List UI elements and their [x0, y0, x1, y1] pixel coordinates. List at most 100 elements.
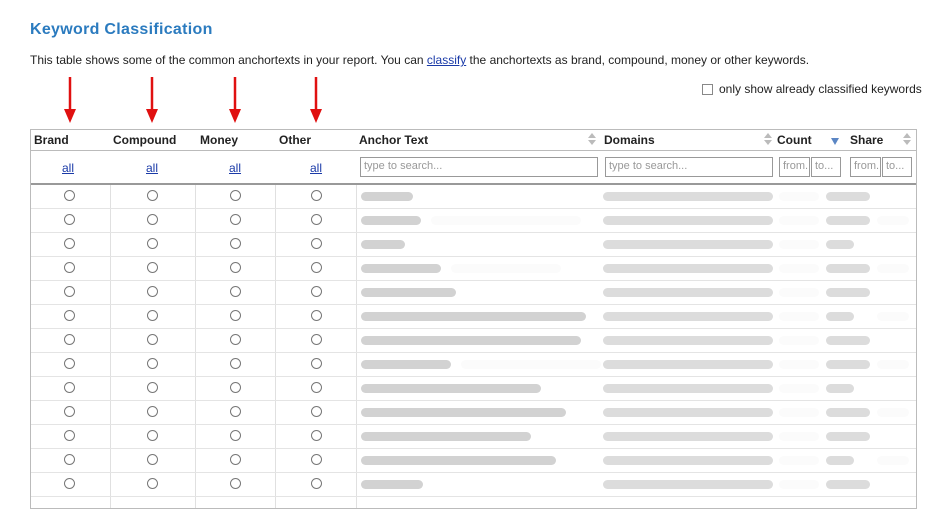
share-cell [826, 384, 854, 393]
compound-radio[interactable] [147, 406, 158, 417]
share-from-input[interactable]: from. [850, 157, 881, 177]
compound-radio[interactable] [147, 358, 158, 369]
brand-radio[interactable] [64, 238, 75, 249]
select-all-other-link[interactable]: all [310, 161, 322, 175]
other-radio[interactable] [311, 406, 322, 417]
money-radio[interactable] [230, 190, 241, 201]
column-header-count[interactable]: Count [777, 133, 812, 147]
brand-radio[interactable] [64, 382, 75, 393]
brand-radio[interactable] [64, 430, 75, 441]
redaction-mark [877, 264, 909, 273]
brand-radio[interactable] [64, 214, 75, 225]
compound-radio[interactable] [147, 310, 158, 321]
compound-radio[interactable] [147, 214, 158, 225]
money-radio[interactable] [230, 382, 241, 393]
red-arrow-icon [146, 77, 158, 123]
select-all-compound-link[interactable]: all [146, 161, 158, 175]
only-classified-checkbox[interactable] [702, 83, 713, 95]
column-header-share[interactable]: Share [850, 133, 883, 147]
compound-radio[interactable] [147, 190, 158, 201]
other-radio[interactable] [311, 238, 322, 249]
other-radio[interactable] [311, 454, 322, 465]
anchor-text-cell [361, 288, 456, 297]
other-radio[interactable] [311, 214, 322, 225]
column-header-brand[interactable]: Brand [34, 133, 69, 147]
brand-radio[interactable] [64, 190, 75, 201]
compound-radio[interactable] [147, 334, 158, 345]
brand-radio[interactable] [64, 478, 75, 489]
compound-radio[interactable] [147, 238, 158, 249]
sort-icon[interactable] [588, 132, 596, 146]
table-row [31, 185, 916, 209]
count-cell [779, 360, 819, 369]
column-header-other[interactable]: Other [279, 133, 311, 147]
count-cell [779, 192, 819, 201]
compound-radio[interactable] [147, 454, 158, 465]
brand-radio[interactable] [64, 262, 75, 273]
other-radio[interactable] [311, 286, 322, 297]
money-radio[interactable] [230, 358, 241, 369]
domains-cell [603, 192, 773, 201]
share-cell [826, 336, 870, 345]
anchor-text-cell [361, 192, 413, 201]
domains-cell [603, 312, 773, 321]
other-radio[interactable] [311, 358, 322, 369]
share-cell [826, 288, 870, 297]
count-from-input[interactable]: from. [779, 157, 810, 177]
sort-desc-icon[interactable] [831, 136, 839, 150]
column-header-compound[interactable]: Compound [113, 133, 176, 147]
money-radio[interactable] [230, 238, 241, 249]
money-radio[interactable] [230, 454, 241, 465]
brand-radio[interactable] [64, 358, 75, 369]
select-all-money-link[interactable]: all [229, 161, 241, 175]
brand-radio[interactable] [64, 286, 75, 297]
count-cell [779, 216, 819, 225]
share-cell [826, 240, 854, 249]
count-to-input[interactable]: to... [811, 157, 841, 177]
column-header-money[interactable]: Money [200, 133, 238, 147]
money-radio[interactable] [230, 262, 241, 273]
money-radio[interactable] [230, 334, 241, 345]
count-cell [779, 264, 819, 273]
only-classified-toggle[interactable]: only show already classified keywords [702, 82, 922, 96]
other-radio[interactable] [311, 430, 322, 441]
other-radio[interactable] [311, 478, 322, 489]
anchor-text-search-input[interactable]: type to search... [360, 157, 598, 177]
compound-radio[interactable] [147, 286, 158, 297]
other-radio[interactable] [311, 190, 322, 201]
other-radio[interactable] [311, 382, 322, 393]
brand-radio[interactable] [64, 454, 75, 465]
count-cell [779, 336, 819, 345]
brand-radio[interactable] [64, 406, 75, 417]
other-radio[interactable] [311, 334, 322, 345]
domains-search-input[interactable]: type to search... [605, 157, 773, 177]
money-radio[interactable] [230, 286, 241, 297]
money-radio[interactable] [230, 214, 241, 225]
share-to-input[interactable]: to... [882, 157, 912, 177]
other-radio[interactable] [311, 310, 322, 321]
description: This table shows some of the common anch… [30, 53, 810, 67]
table-row [31, 353, 916, 377]
brand-radio[interactable] [64, 334, 75, 345]
money-radio[interactable] [230, 430, 241, 441]
brand-radio[interactable] [64, 310, 75, 321]
compound-radio[interactable] [147, 478, 158, 489]
share-cell [826, 216, 870, 225]
money-radio[interactable] [230, 406, 241, 417]
table-row [31, 377, 916, 401]
other-radio[interactable] [311, 262, 322, 273]
column-header-domains[interactable]: Domains [604, 133, 655, 147]
compound-radio[interactable] [147, 262, 158, 273]
money-radio[interactable] [230, 478, 241, 489]
classify-link[interactable]: classify [427, 53, 466, 67]
sort-icon[interactable] [764, 132, 772, 146]
select-all-brand-link[interactable]: all [62, 161, 74, 175]
money-radio[interactable] [230, 310, 241, 321]
sort-icon[interactable] [903, 132, 911, 146]
only-classified-label: only show already classified keywords [719, 82, 922, 96]
column-header-anchor-text[interactable]: Anchor Text [359, 133, 428, 147]
count-cell [779, 288, 819, 297]
compound-radio[interactable] [147, 430, 158, 441]
compound-radio[interactable] [147, 382, 158, 393]
red-arrow-icon [310, 77, 322, 123]
